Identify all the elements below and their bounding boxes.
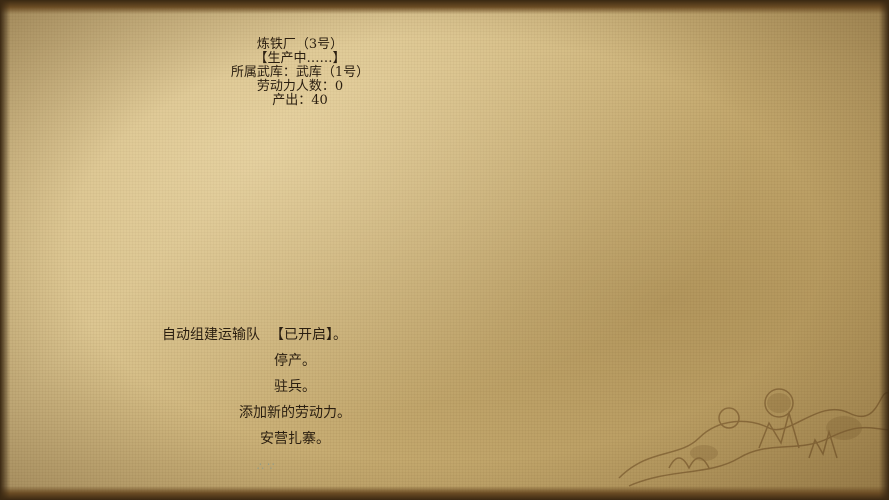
labor-count: 劳动力人数：0: [256, 79, 344, 94]
faint-ornament-icon: ∴ ∵: [257, 460, 275, 473]
garrison-option[interactable]: 驻兵。: [140, 376, 450, 402]
parchment-screen: 炼铁厂（3号） 【生产中……】 所属武库：武库（1号） 劳动力人数：0 产出：4…: [0, 0, 889, 500]
armory-affiliation: 所属武库：武库（1号）: [230, 65, 370, 80]
left-border: [0, 0, 10, 500]
building-info-panel: 炼铁厂（3号） 【生产中……】 所属武库：武库（1号） 劳动力人数：0 产出：4…: [170, 38, 430, 108]
auto-transport-suffix: 。: [333, 327, 347, 343]
building-action-menu: 自动组建运输队 【已开启】。 停产。 驻兵。 添加新的劳动力。 安营扎寨。: [140, 324, 450, 454]
output-value: 产出：40: [272, 93, 328, 108]
auto-transport-status: 【已开启】: [270, 327, 333, 343]
ink-painting-decoration: [618, 388, 889, 487]
stop-production-option[interactable]: 停产。: [140, 350, 450, 376]
make-camp-option[interactable]: 安营扎寨。: [140, 428, 450, 454]
production-status: 【生产中……】: [254, 51, 346, 66]
bottom-border: [0, 486, 889, 500]
top-border: [0, 0, 889, 14]
auto-transport-label: 自动组建运输队: [162, 327, 260, 343]
auto-transport-option[interactable]: 自动组建运输队 【已开启】。: [140, 324, 450, 350]
building-name: 炼铁厂（3号）: [256, 37, 344, 52]
add-labor-option[interactable]: 添加新的劳动力。: [140, 402, 450, 428]
